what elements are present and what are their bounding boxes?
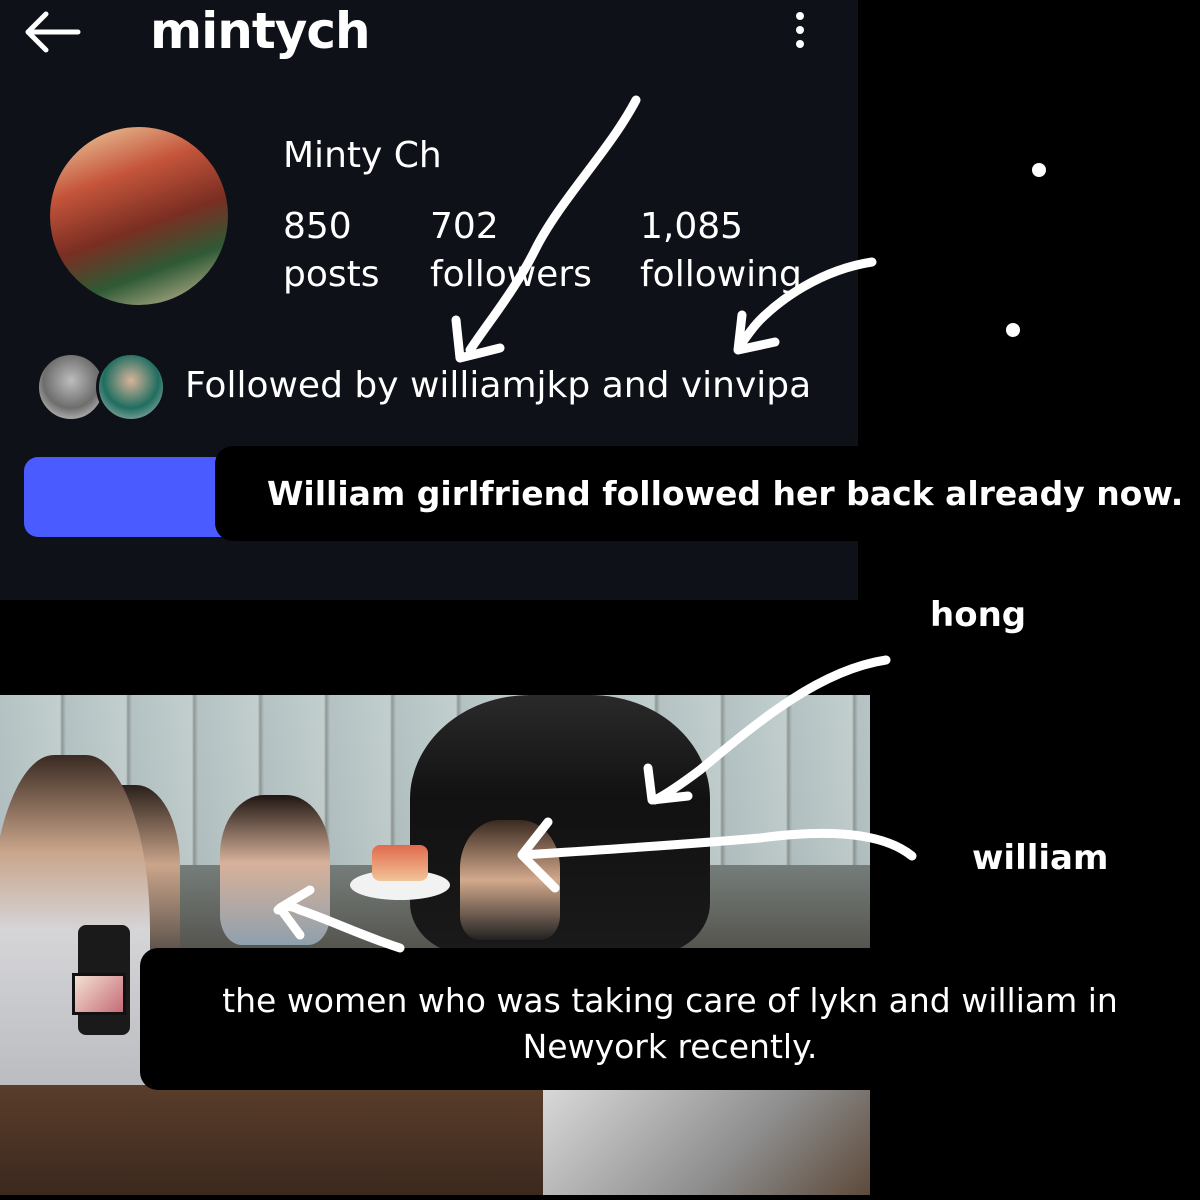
posts-label: posts (283, 254, 380, 295)
following-stat[interactable]: 1,085 following (640, 203, 802, 299)
more-vertical-icon[interactable] (790, 12, 810, 52)
caption-bottom-line-1: the women who was taking care of lykn an… (222, 981, 1118, 1020)
profile-username: mintych (150, 2, 371, 60)
annotation-label-william: william (972, 838, 1109, 878)
followers-label: followers (430, 254, 592, 295)
mutual-followers-avatars[interactable] (36, 352, 166, 424)
caption-bottom-line-2: Newyork recently. (522, 1027, 818, 1066)
followed-by-text[interactable]: Followed by williamjkp and vinvipa (185, 365, 811, 406)
annotation-caption-top: William girlfriend followed her back alr… (215, 446, 1200, 541)
person-william (460, 820, 560, 940)
camera-screen (72, 973, 126, 1015)
person-hong (410, 695, 710, 955)
annotation-caption-bottom: the women who was taking care of lykn an… (140, 948, 1200, 1090)
mutual-avatar-2 (96, 352, 166, 422)
restaurant-photo (0, 695, 870, 1195)
follow-button[interactable] (24, 457, 244, 537)
cake-slice (372, 845, 428, 881)
person-woman (220, 795, 330, 945)
arrow-left-icon[interactable] (22, 10, 82, 54)
inset-photo (543, 1088, 870, 1195)
followers-count: 702 (430, 206, 499, 247)
following-count: 1,085 (640, 206, 744, 247)
decorative-dot (1006, 323, 1020, 337)
profile-avatar[interactable] (50, 127, 228, 305)
annotation-label-hong: hong (930, 595, 1027, 635)
profile-display-name: Minty Ch (283, 135, 442, 176)
posts-stat[interactable]: 850 posts (283, 203, 380, 299)
following-label: following (640, 254, 802, 295)
decorative-dot (1032, 163, 1046, 177)
posts-count: 850 (283, 206, 352, 247)
followers-stat[interactable]: 702 followers (430, 203, 592, 299)
